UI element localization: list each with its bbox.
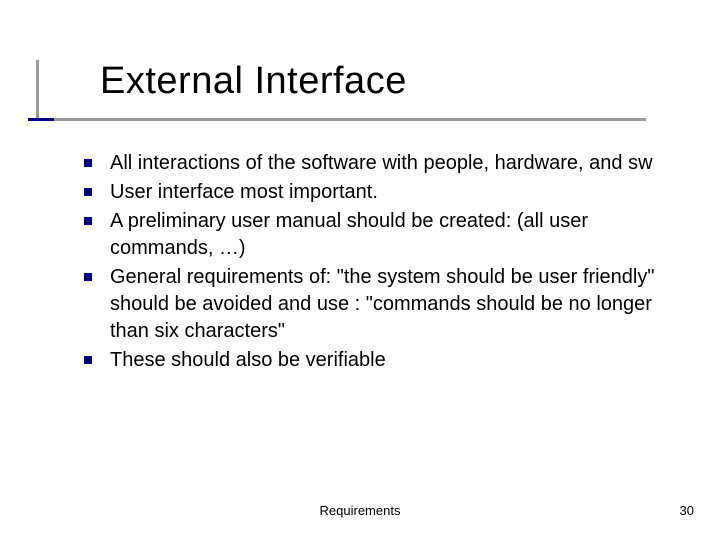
page-number: 30 (680, 503, 694, 518)
list-item: User interface most important. (80, 179, 660, 206)
slide-body: All interactions of the software with pe… (80, 150, 660, 376)
bullet-icon (84, 159, 92, 167)
bullet-icon (84, 188, 92, 196)
footer-label: Requirements (0, 503, 720, 518)
bullet-text: User interface most important. (110, 181, 378, 203)
list-item: These should also be verifiable (80, 347, 660, 374)
bullet-text: These should also be verifiable (110, 349, 386, 371)
list-item: A preliminary user manual should be crea… (80, 208, 660, 262)
slide: External Interface All interactions of t… (0, 0, 720, 540)
slide-title: External Interface (100, 60, 407, 103)
bullet-list: All interactions of the software with pe… (80, 150, 660, 374)
bullet-text: All interactions of the software with pe… (110, 152, 653, 174)
bullet-text: A preliminary user manual should be crea… (110, 210, 588, 259)
accent-horizontal-line (36, 118, 646, 121)
list-item: General requirements of: "the system sho… (80, 264, 660, 345)
bullet-icon (84, 217, 92, 225)
list-item: All interactions of the software with pe… (80, 150, 660, 177)
bullet-icon (84, 356, 92, 364)
accent-vertical-line (36, 60, 39, 118)
bullet-icon (84, 273, 92, 281)
accent-short-line (28, 118, 54, 121)
bullet-text: General requirements of: "the system sho… (110, 266, 654, 342)
